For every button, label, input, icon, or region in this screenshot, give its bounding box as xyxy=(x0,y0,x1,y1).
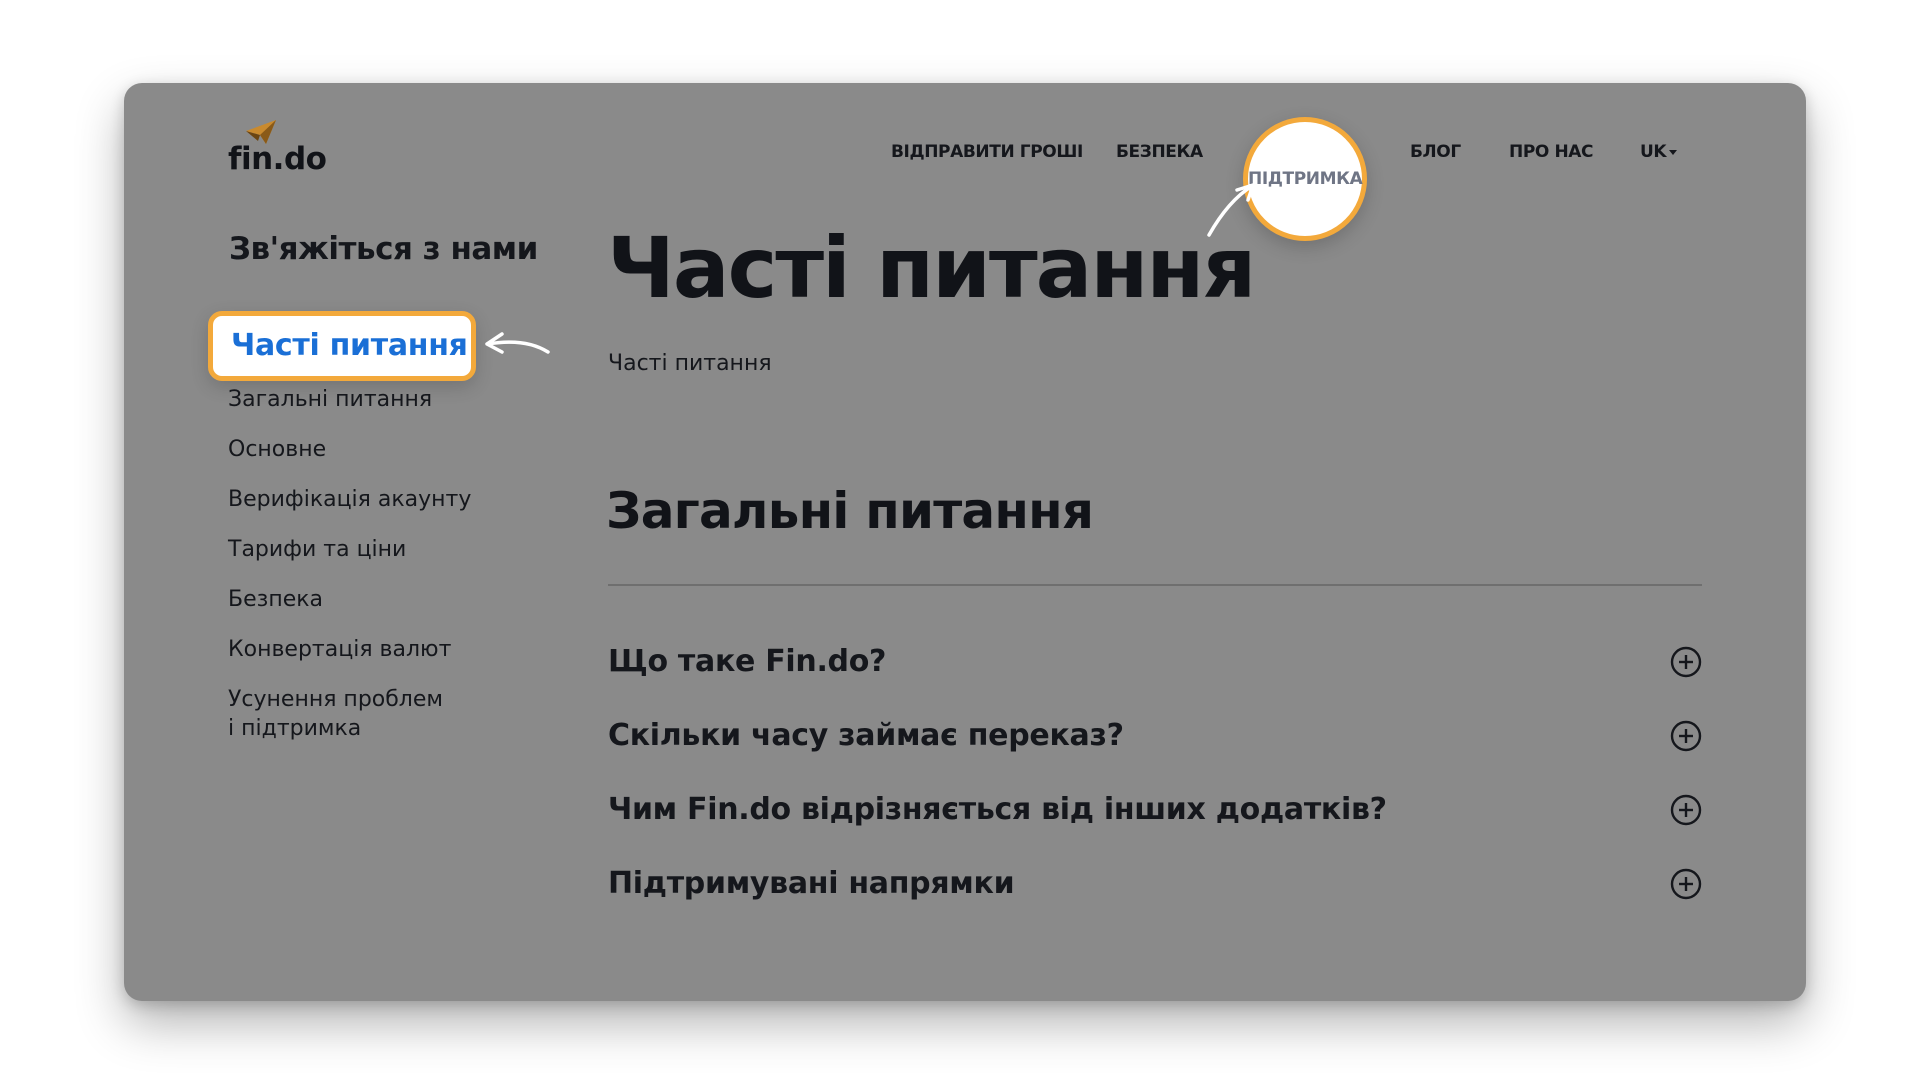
sidebar-item-pricing[interactable]: Тарифи та ціни xyxy=(228,536,406,564)
screenshot-stage: fin.do ВІДПРАВИТИ ГРОШІ БЕЗПЕКА ПІДТРИМК… xyxy=(0,0,1920,1080)
plus-circle-icon[interactable] xyxy=(1670,868,1702,900)
faq-item[interactable]: Що таке Fin.do? xyxy=(608,637,1702,687)
nav-blog[interactable]: БЛОГ xyxy=(1410,129,1461,175)
plus-circle-icon[interactable] xyxy=(1670,646,1702,678)
sidebar-item-troubleshooting[interactable]: Усунення проблем xyxy=(228,686,443,714)
faq-item[interactable]: Чим Fin.do відрізняється від інших додат… xyxy=(608,785,1702,835)
sidebar-item-currency[interactable]: Конвертація валют xyxy=(228,636,451,664)
sidebar-item-general[interactable]: Загальні питання xyxy=(228,386,432,414)
nav-send-money[interactable]: ВІДПРАВИТИ ГРОШІ xyxy=(891,129,1083,175)
sidebar-item-basics[interactable]: Основне xyxy=(228,436,326,464)
caret-down-icon xyxy=(1669,149,1678,155)
faq-question: Підтримувані напрямки xyxy=(608,866,1015,901)
sidebar-item-faq-highlight[interactable]: Часті питання xyxy=(208,311,476,381)
nav-support-highlight[interactable]: ПІДТРИМКА xyxy=(1243,117,1367,241)
sidebar-heading: Зв'яжіться з нами xyxy=(229,231,538,267)
faq-item[interactable]: Підтримувані напрямки xyxy=(608,859,1702,909)
sidebar-item-security[interactable]: Безпека xyxy=(228,586,323,614)
nav-security[interactable]: БЕЗПЕКА xyxy=(1116,129,1203,175)
sidebar-item-verification[interactable]: Верифікація акаунту xyxy=(228,486,471,514)
plus-circle-icon[interactable] xyxy=(1670,720,1702,752)
plus-circle-icon[interactable] xyxy=(1670,794,1702,826)
sidebar-item-troubleshooting-line2[interactable]: і підтримка xyxy=(228,715,361,743)
section-divider xyxy=(608,584,1702,586)
language-selector[interactable]: UK xyxy=(1640,129,1678,175)
website-window: fin.do ВІДПРАВИТИ ГРОШІ БЕЗПЕКА ПІДТРИМК… xyxy=(124,83,1806,1001)
language-label: UK xyxy=(1640,142,1667,162)
sidebar-item-faq[interactable]: Часті питання xyxy=(231,316,468,376)
faq-question: Чим Fin.do відрізняється від інших додат… xyxy=(608,792,1387,827)
faq-question: Скільки часу займає переказ? xyxy=(608,718,1124,753)
breadcrumb[interactable]: Часті питання xyxy=(608,351,772,376)
page-title: Часті питання xyxy=(607,219,1256,317)
nav-support[interactable]: ПІДТРИМКА xyxy=(1248,122,1363,236)
faq-item[interactable]: Скільки часу займає переказ? xyxy=(608,711,1702,761)
section-title: Загальні питання xyxy=(606,482,1094,540)
nav-about[interactable]: ПРО НАС xyxy=(1509,129,1594,175)
faq-question: Що таке Fin.do? xyxy=(608,644,887,679)
top-navigation: ВІДПРАВИТИ ГРОШІ БЕЗПЕКА ПІДТРИМКА БЛОГ … xyxy=(124,117,1806,241)
